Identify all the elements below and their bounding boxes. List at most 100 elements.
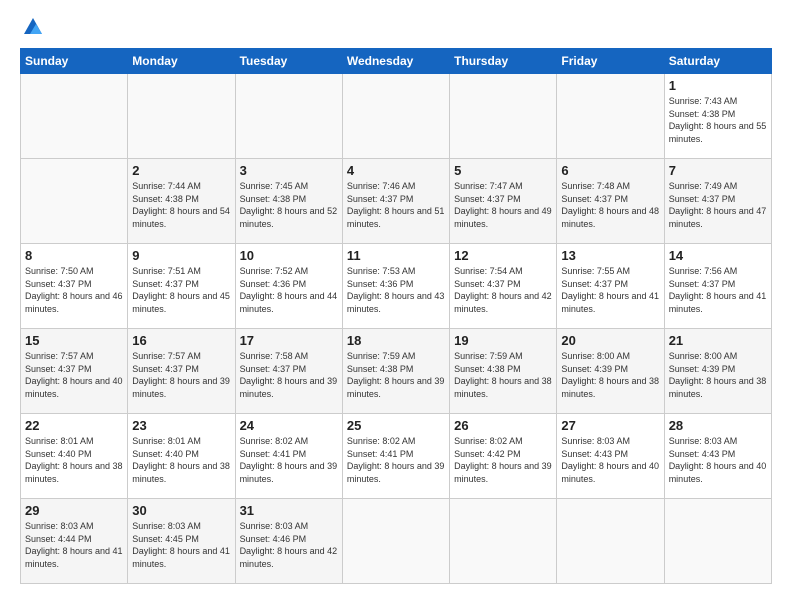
day-info: Sunrise: 8:03 AMSunset: 4:43 PMDaylight:… bbox=[561, 435, 659, 485]
day-info: Sunrise: 8:00 AMSunset: 4:39 PMDaylight:… bbox=[669, 350, 767, 400]
day-info: Sunrise: 7:50 AMSunset: 4:37 PMDaylight:… bbox=[25, 265, 123, 315]
col-header-tuesday: Tuesday bbox=[235, 49, 342, 74]
day-number: 28 bbox=[669, 418, 767, 433]
week-row-2: 8 Sunrise: 7:50 AMSunset: 4:37 PMDaylight… bbox=[21, 244, 772, 329]
day-info: Sunrise: 8:01 AMSunset: 4:40 PMDaylight:… bbox=[25, 435, 123, 485]
day-info: Sunrise: 7:46 AMSunset: 4:37 PMDaylight:… bbox=[347, 180, 445, 230]
week-row-4: 22 Sunrise: 8:01 AMSunset: 4:40 PMDayligh… bbox=[21, 414, 772, 499]
day-number: 9 bbox=[132, 248, 230, 263]
header bbox=[20, 16, 772, 38]
day-info: Sunrise: 7:59 AMSunset: 4:38 PMDaylight:… bbox=[347, 350, 445, 400]
day-info: Sunrise: 7:56 AMSunset: 4:37 PMDaylight:… bbox=[669, 265, 767, 315]
day-number: 13 bbox=[561, 248, 659, 263]
day-cell-10: 10Sunrise: 7:52 AMSunset: 4:36 PMDayligh… bbox=[235, 244, 342, 329]
day-number: 22 bbox=[25, 418, 123, 433]
header-row: SundayMondayTuesdayWednesdayThursdayFrid… bbox=[21, 49, 772, 74]
empty-cell bbox=[557, 499, 664, 584]
day-number: 19 bbox=[454, 333, 552, 348]
day-number: 26 bbox=[454, 418, 552, 433]
empty-cell bbox=[450, 74, 557, 159]
day-number: 27 bbox=[561, 418, 659, 433]
empty-cell bbox=[450, 499, 557, 584]
day-number: 1 bbox=[669, 78, 767, 93]
day-info: Sunrise: 7:53 AMSunset: 4:36 PMDaylight:… bbox=[347, 265, 445, 315]
day-number: 29 bbox=[25, 503, 123, 518]
day-number: 21 bbox=[669, 333, 767, 348]
empty-cell bbox=[235, 74, 342, 159]
day-number: 30 bbox=[132, 503, 230, 518]
day-cell-14: 14 Sunrise: 7:56 AMSunset: 4:37 PMDayligh… bbox=[664, 244, 771, 329]
day-cell-29: 29 Sunrise: 8:03 AMSunset: 4:44 PMDayligh… bbox=[21, 499, 128, 584]
day-number: 16 bbox=[132, 333, 230, 348]
day-cell-2: 2 Sunrise: 7:44 AMSunset: 4:38 PMDaylight… bbox=[128, 159, 235, 244]
empty-cell bbox=[342, 499, 449, 584]
day-info: Sunrise: 8:01 AMSunset: 4:40 PMDaylight:… bbox=[132, 435, 230, 485]
day-cell-17: 17 Sunrise: 7:58 AMSunset: 4:37 PMDayligh… bbox=[235, 329, 342, 414]
day-info: Sunrise: 7:54 AMSunset: 4:37 PMDaylight:… bbox=[454, 265, 552, 315]
col-header-monday: Monday bbox=[128, 49, 235, 74]
day-number: 23 bbox=[132, 418, 230, 433]
day-cell-11: 11 Sunrise: 7:53 AMSunset: 4:36 PMDayligh… bbox=[342, 244, 449, 329]
day-number: 20 bbox=[561, 333, 659, 348]
calendar-table: SundayMondayTuesdayWednesdayThursdayFrid… bbox=[20, 48, 772, 584]
day-number: 11 bbox=[347, 248, 445, 263]
day-info: Sunrise: 7:59 AMSunset: 4:38 PMDaylight:… bbox=[454, 350, 552, 400]
week-row-3: 15Sunrise: 7:57 AMSunset: 4:37 PMDayligh… bbox=[21, 329, 772, 414]
week-row-0: 1 Sunrise: 7:43 AMSunset: 4:38 PMDaylight… bbox=[21, 74, 772, 159]
day-number: 25 bbox=[347, 418, 445, 433]
empty-cell bbox=[128, 74, 235, 159]
col-header-wednesday: Wednesday bbox=[342, 49, 449, 74]
day-cell-5: 5Sunrise: 7:47 AMSunset: 4:37 PMDaylight… bbox=[450, 159, 557, 244]
day-number: 8 bbox=[25, 248, 123, 263]
empty-cell bbox=[21, 74, 128, 159]
day-info: Sunrise: 7:47 AMSunset: 4:37 PMDaylight:… bbox=[454, 180, 552, 230]
day-info: Sunrise: 7:51 AMSunset: 4:37 PMDaylight:… bbox=[132, 265, 230, 315]
day-info: Sunrise: 8:03 AMSunset: 4:44 PMDaylight:… bbox=[25, 520, 123, 570]
day-number: 18 bbox=[347, 333, 445, 348]
col-header-sunday: Sunday bbox=[21, 49, 128, 74]
day-info: Sunrise: 7:55 AMSunset: 4:37 PMDaylight:… bbox=[561, 265, 659, 315]
day-number: 24 bbox=[240, 418, 338, 433]
empty-cell bbox=[21, 159, 128, 244]
day-info: Sunrise: 8:00 AMSunset: 4:39 PMDaylight:… bbox=[561, 350, 659, 400]
day-cell-23: 23 Sunrise: 8:01 AMSunset: 4:40 PMDayligh… bbox=[128, 414, 235, 499]
day-number: 17 bbox=[240, 333, 338, 348]
day-cell-6: 6 Sunrise: 7:48 AMSunset: 4:37 PMDaylight… bbox=[557, 159, 664, 244]
col-header-friday: Friday bbox=[557, 49, 664, 74]
day-number: 7 bbox=[669, 163, 767, 178]
week-row-1: 2 Sunrise: 7:44 AMSunset: 4:38 PMDaylight… bbox=[21, 159, 772, 244]
col-header-thursday: Thursday bbox=[450, 49, 557, 74]
day-cell-24: 24 Sunrise: 8:02 AMSunset: 4:41 PMDayligh… bbox=[235, 414, 342, 499]
day-number: 2 bbox=[132, 163, 230, 178]
day-cell-27: 27 Sunrise: 8:03 AMSunset: 4:43 PMDayligh… bbox=[557, 414, 664, 499]
day-cell-31: 31Sunrise: 8:03 AMSunset: 4:46 PMDayligh… bbox=[235, 499, 342, 584]
day-number: 14 bbox=[669, 248, 767, 263]
day-info: Sunrise: 8:02 AMSunset: 4:42 PMDaylight:… bbox=[454, 435, 552, 485]
day-cell-28: 28Sunrise: 8:03 AMSunset: 4:43 PMDayligh… bbox=[664, 414, 771, 499]
day-cell-22: 22 Sunrise: 8:01 AMSunset: 4:40 PMDayligh… bbox=[21, 414, 128, 499]
day-info: Sunrise: 7:48 AMSunset: 4:37 PMDaylight:… bbox=[561, 180, 659, 230]
day-cell-21: 21 Sunrise: 8:00 AMSunset: 4:39 PMDayligh… bbox=[664, 329, 771, 414]
day-cell-16: 16Sunrise: 7:57 AMSunset: 4:37 PMDayligh… bbox=[128, 329, 235, 414]
empty-cell bbox=[664, 499, 771, 584]
day-number: 6 bbox=[561, 163, 659, 178]
day-number: 4 bbox=[347, 163, 445, 178]
day-info: Sunrise: 7:43 AMSunset: 4:38 PMDaylight:… bbox=[669, 95, 767, 145]
page: SundayMondayTuesdayWednesdayThursdayFrid… bbox=[0, 0, 792, 612]
day-cell-15: 15Sunrise: 7:57 AMSunset: 4:37 PMDayligh… bbox=[21, 329, 128, 414]
empty-cell bbox=[557, 74, 664, 159]
day-info: Sunrise: 7:45 AMSunset: 4:38 PMDaylight:… bbox=[240, 180, 338, 230]
day-info: Sunrise: 7:52 AMSunset: 4:36 PMDaylight:… bbox=[240, 265, 338, 315]
day-cell-30: 30Sunrise: 8:03 AMSunset: 4:45 PMDayligh… bbox=[128, 499, 235, 584]
day-cell-19: 19 Sunrise: 7:59 AMSunset: 4:38 PMDayligh… bbox=[450, 329, 557, 414]
day-info: Sunrise: 8:02 AMSunset: 4:41 PMDaylight:… bbox=[240, 435, 338, 485]
day-number: 12 bbox=[454, 248, 552, 263]
day-number: 31 bbox=[240, 503, 338, 518]
day-cell-13: 13 Sunrise: 7:55 AMSunset: 4:37 PMDayligh… bbox=[557, 244, 664, 329]
day-cell-9: 9 Sunrise: 7:51 AMSunset: 4:37 PMDaylight… bbox=[128, 244, 235, 329]
day-info: Sunrise: 7:44 AMSunset: 4:38 PMDaylight:… bbox=[132, 180, 230, 230]
day-info: Sunrise: 7:58 AMSunset: 4:37 PMDaylight:… bbox=[240, 350, 338, 400]
logo-area bbox=[20, 16, 46, 38]
logo-icon bbox=[22, 16, 44, 38]
day-cell-26: 26 Sunrise: 8:02 AMSunset: 4:42 PMDayligh… bbox=[450, 414, 557, 499]
